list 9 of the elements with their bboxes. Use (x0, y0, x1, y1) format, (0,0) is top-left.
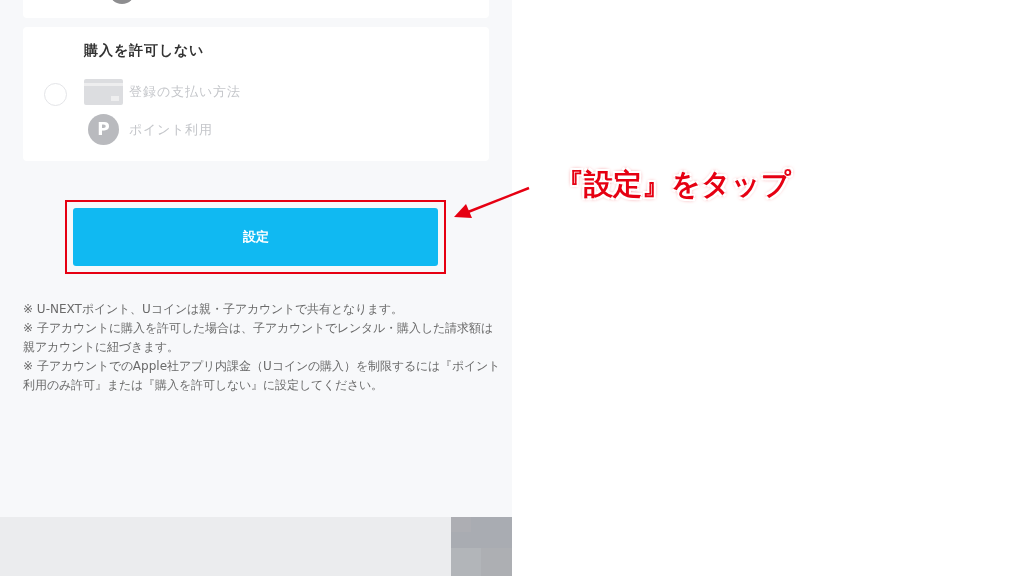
annotation-text: 『設定』をタップ (555, 166, 791, 203)
settings-button[interactable]: 設定 (73, 208, 438, 266)
credit-card-icon (84, 78, 123, 105)
arrow-icon (454, 186, 530, 221)
note-text: ※ U-NEXTポイント、Uコインは親・子アカウントで共有となります。 (23, 301, 404, 318)
option-title: 購入を許可しない (84, 40, 205, 60)
note-text: ※ 子アカウントに購入を許可した場合は、子アカウントでレンタル・購入した請求額は親アカウントに紐づきます。 (23, 320, 494, 356)
note-text: ※ 子アカウントでのApple社アプリ内課金（Uコインの購入）を制限するには『ポイント利用のみ許可』または『購入を許可しない』に設定してください。 (23, 358, 501, 394)
point-icon: P (88, 114, 119, 145)
